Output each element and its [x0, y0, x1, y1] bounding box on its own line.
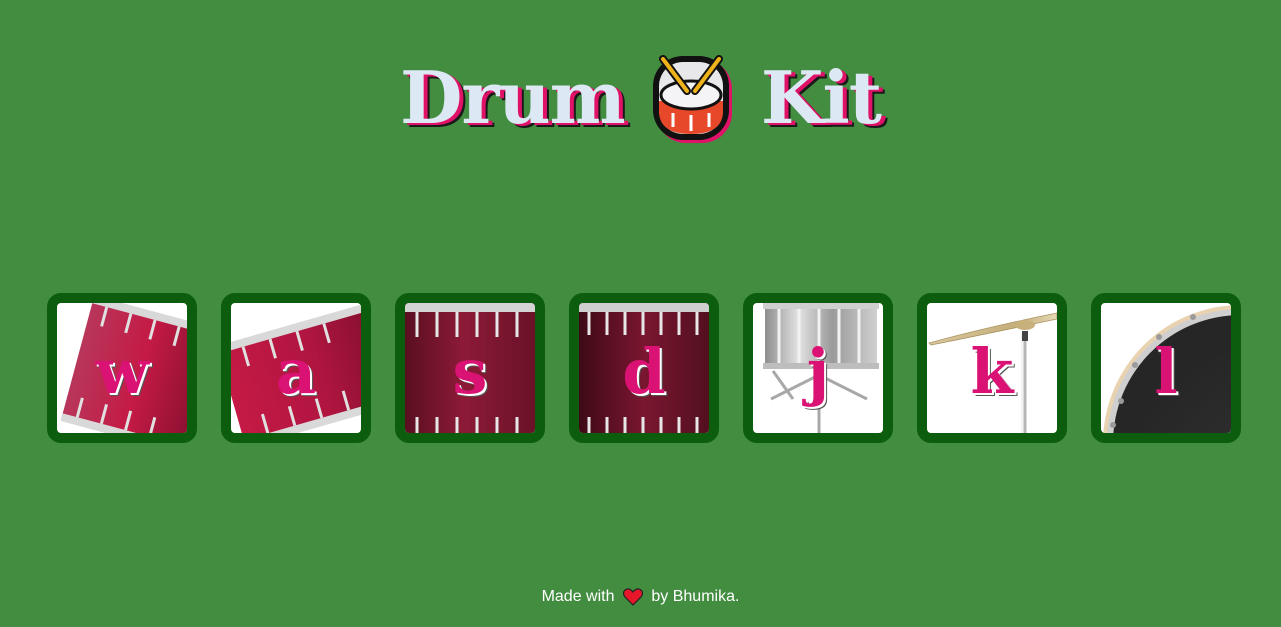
drum-button-s[interactable]: s — [395, 293, 545, 443]
drum-button-w[interactable]: w — [47, 293, 197, 443]
drum-button-l[interactable]: l — [1091, 293, 1241, 443]
footer-prefix: Made with — [541, 588, 615, 605]
drum-with-drumsticks-icon — [652, 55, 732, 143]
heart-icon — [622, 588, 643, 606]
drum-kit: w a s d j k l — [47, 293, 1241, 443]
title-word-drum: Drum — [399, 55, 626, 140]
drum-button-d[interactable]: d — [569, 293, 719, 443]
key-label-k: k — [970, 334, 1014, 408]
footer: Made with by Bhumika. — [0, 588, 1281, 606]
title-word-kit: Kit — [760, 55, 882, 140]
key-label-l: l — [1154, 334, 1178, 408]
drum-button-j[interactable]: j — [743, 293, 893, 443]
footer-suffix: by Bhumika. — [651, 588, 740, 605]
key-label-s: s — [452, 334, 488, 408]
key-label-a: a — [275, 334, 317, 408]
drum-button-k[interactable]: k — [917, 293, 1067, 443]
key-label-d: d — [622, 334, 666, 408]
key-label-w: w — [95, 334, 149, 408]
page-title: Drum Kit — [0, 48, 1281, 148]
key-label-j: j — [806, 334, 830, 408]
drum-button-a[interactable]: a — [221, 293, 371, 443]
